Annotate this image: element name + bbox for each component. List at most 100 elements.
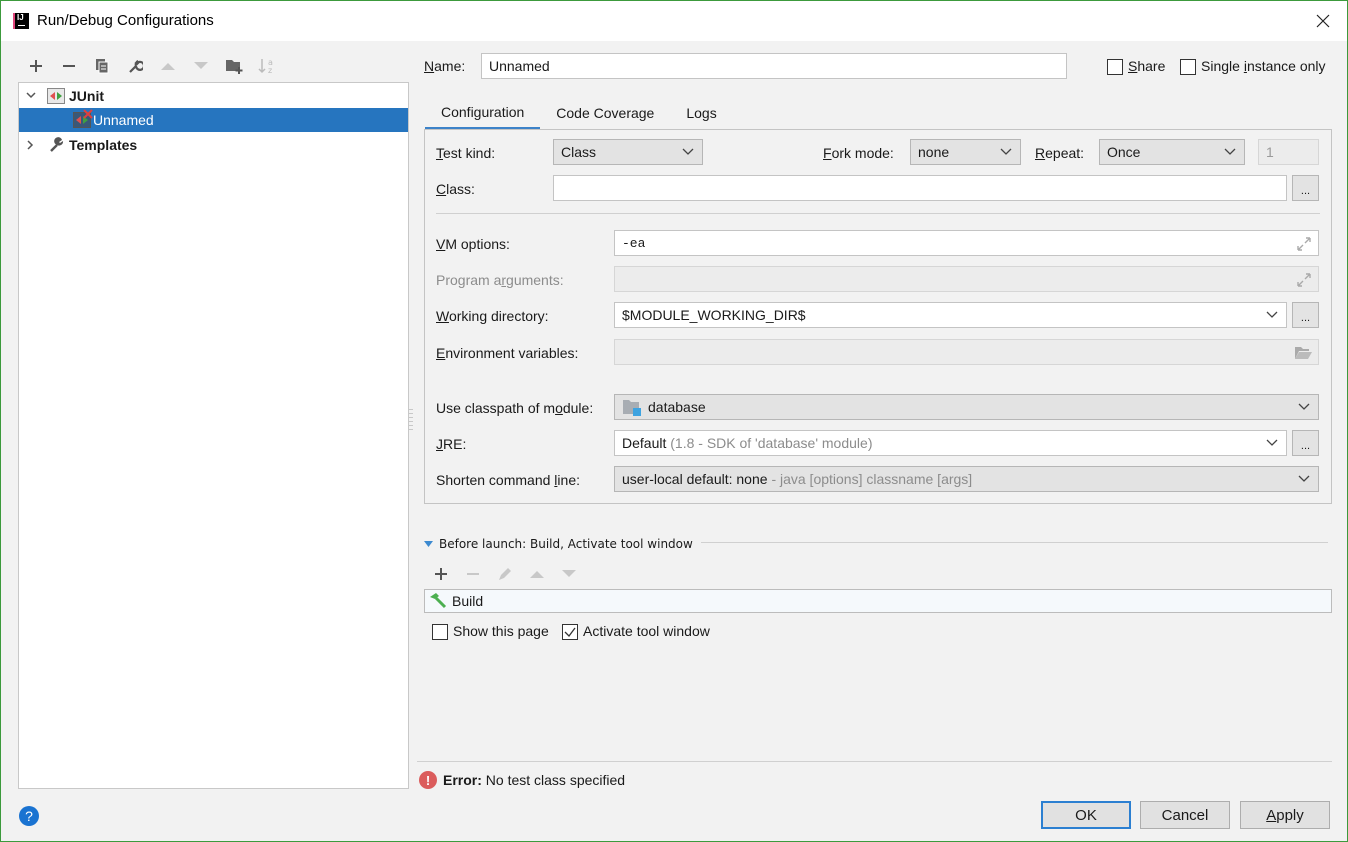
help-button[interactable]: ? xyxy=(19,806,39,826)
name-input[interactable]: Unnamed xyxy=(481,53,1067,79)
error-icon: ! xyxy=(419,771,437,789)
sort-button[interactable]: az xyxy=(250,53,283,79)
close-button[interactable] xyxy=(1311,9,1335,33)
add-icon xyxy=(435,568,447,580)
folder-open-icon[interactable] xyxy=(1294,345,1312,360)
chevron-down-icon xyxy=(682,148,694,155)
repeat-count-input[interactable]: 1 xyxy=(1258,139,1319,165)
apply-rest: pply xyxy=(1276,806,1304,824)
apply-mnemonic: A xyxy=(1266,806,1277,824)
tree-item-label: Templates xyxy=(69,137,138,153)
before-launch-header[interactable]: Before launch: Build, Activate tool wind… xyxy=(424,537,693,551)
move-down-icon xyxy=(562,570,576,577)
before-launch-title: Before launch: Build, Activate tool wind… xyxy=(439,537,693,551)
wrench-icon xyxy=(128,60,143,73)
new-folder-button[interactable] xyxy=(217,53,250,79)
single-instance-checkbox[interactable] xyxy=(1180,59,1196,75)
single-instance-label: Single instance only xyxy=(1201,58,1326,74)
name-input-value: Unnamed xyxy=(489,58,550,74)
copy-configuration-button[interactable] xyxy=(85,53,118,79)
class-label: Class: xyxy=(436,181,475,197)
fork-mode-dropdown[interactable]: none xyxy=(910,139,1021,165)
run-debug-configurations-dialog: IJ Run/Debug Configurations a z JUnit Un… xyxy=(0,0,1348,842)
tree-item-unnamed[interactable]: Unnamed xyxy=(19,108,408,132)
move-task-down-button[interactable] xyxy=(553,562,585,586)
chevron-down-icon xyxy=(1298,475,1310,482)
environment-variables-input[interactable] xyxy=(614,339,1319,365)
add-task-button[interactable] xyxy=(425,562,457,586)
tab-configuration[interactable]: Configuration xyxy=(425,96,541,130)
shorten-command-line-note: - java [options] classname [args] xyxy=(771,471,973,487)
repeat-count-value: 1 xyxy=(1266,144,1274,160)
chevron-down-icon[interactable] xyxy=(1266,310,1278,320)
jre-input[interactable]: Default (1.8 - SDK of 'database' module) xyxy=(614,430,1287,456)
error-message: Error: No test class specified xyxy=(443,772,625,788)
move-up-icon xyxy=(530,571,544,578)
before-launch-task-list[interactable]: Build xyxy=(424,589,1332,613)
class-input[interactable] xyxy=(553,175,1287,201)
jre-label: JRE: xyxy=(436,436,467,452)
fork-mode-label: Fork mode: xyxy=(823,145,894,161)
activate-tool-window-label: Activate tool window xyxy=(583,623,710,639)
task-label: Build xyxy=(452,593,484,609)
apply-button[interactable]: Apply xyxy=(1240,801,1330,829)
working-directory-browse-button[interactable]: ... xyxy=(1292,302,1319,328)
activate-tool-window-checkbox[interactable] xyxy=(562,624,578,640)
pencil-icon xyxy=(499,568,511,580)
sort-alpha-icon: az xyxy=(257,58,273,75)
config-tabs: Configuration Code Coverage Logs xyxy=(425,96,733,130)
classpath-module-label: Use classpath of module: xyxy=(436,400,594,416)
expand-icon[interactable] xyxy=(1296,272,1312,288)
remove-configuration-button[interactable] xyxy=(52,53,85,79)
jre-value: Default xyxy=(622,435,667,451)
working-directory-value: $MODULE_WORKING_DIR$ xyxy=(622,307,806,323)
configurations-tree[interactable]: JUnit Unnamed Templates xyxy=(18,82,409,789)
chevron-right-icon[interactable] xyxy=(23,140,39,150)
tree-item-junit[interactable]: JUnit xyxy=(19,84,408,108)
task-item-build[interactable]: Build xyxy=(428,592,483,610)
chevron-down-icon xyxy=(1298,403,1310,410)
vm-options-input[interactable]: -ea xyxy=(614,230,1319,256)
triangle-down-icon xyxy=(424,541,433,547)
classpath-module-value: database xyxy=(648,399,706,415)
share-checkbox[interactable] xyxy=(1107,59,1123,75)
environment-variables-label: Environment variables: xyxy=(436,345,579,361)
class-browse-button[interactable]: ... xyxy=(1292,175,1319,201)
move-task-up-button[interactable] xyxy=(521,562,553,586)
edit-task-button[interactable] xyxy=(489,562,521,586)
expand-icon[interactable] xyxy=(1296,236,1312,252)
chevron-down-icon[interactable] xyxy=(23,92,39,100)
add-configuration-button[interactable] xyxy=(19,53,52,79)
cancel-button[interactable]: Cancel xyxy=(1140,801,1230,829)
new-folder-icon xyxy=(225,60,242,74)
tab-logs[interactable]: Logs xyxy=(670,96,732,130)
repeat-dropdown[interactable]: Once xyxy=(1099,139,1245,165)
ok-button[interactable]: OK xyxy=(1041,801,1131,829)
jre-browse-button[interactable]: ... xyxy=(1292,430,1319,456)
name-label: Name: xyxy=(424,58,466,74)
vm-options-label: VM options: xyxy=(436,236,510,252)
move-up-icon xyxy=(160,63,175,70)
move-down-button[interactable] xyxy=(184,53,217,79)
remove-task-button[interactable] xyxy=(457,562,489,586)
help-icon: ? xyxy=(25,808,33,824)
shorten-command-line-value: user-local default: none xyxy=(622,471,768,487)
chevron-down-icon[interactable] xyxy=(1266,438,1278,448)
working-directory-input[interactable]: $MODULE_WORKING_DIR$ xyxy=(614,302,1287,328)
classpath-module-dropdown[interactable]: database xyxy=(614,394,1319,420)
program-arguments-input[interactable] xyxy=(614,266,1319,292)
move-down-icon xyxy=(193,62,208,69)
checkmark-icon xyxy=(564,627,576,637)
before-launch-toolbar xyxy=(425,562,585,586)
show-this-page-checkbox[interactable] xyxy=(432,624,448,640)
edit-defaults-button[interactable] xyxy=(118,53,151,79)
chevron-down-icon xyxy=(1224,148,1236,155)
test-kind-dropdown[interactable]: Class xyxy=(553,139,703,165)
shorten-command-line-dropdown[interactable]: user-local default: none - java [options… xyxy=(614,466,1319,492)
panel-splitter-handle[interactable] xyxy=(409,409,413,431)
move-up-button[interactable] xyxy=(151,53,184,79)
wrench-icon xyxy=(49,137,65,153)
tree-item-templates[interactable]: Templates xyxy=(19,133,408,157)
tab-code-coverage[interactable]: Code Coverage xyxy=(540,96,670,130)
repeat-value: Once xyxy=(1107,144,1141,160)
